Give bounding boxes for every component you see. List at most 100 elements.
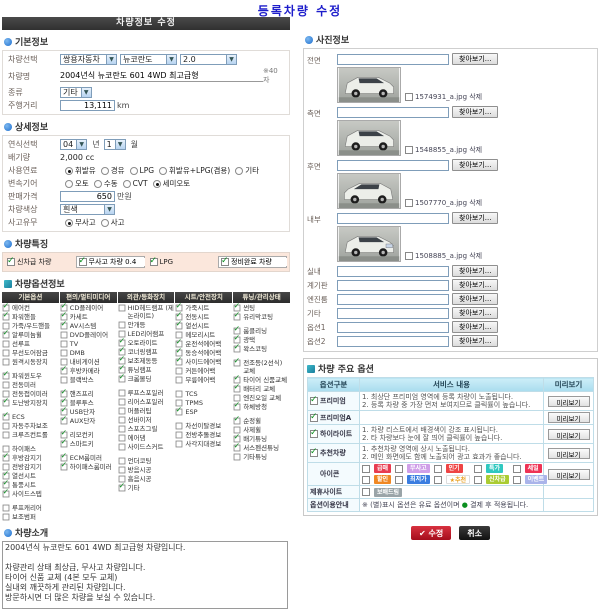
option-checkbox[interactable]: [118, 305, 125, 312]
photo-file-input[interactable]: [337, 336, 449, 347]
option-checkbox[interactable]: [118, 485, 125, 492]
option-checkbox[interactable]: [3, 373, 10, 380]
browse-button[interactable]: 찾아보기...: [452, 321, 498, 333]
preview-button[interactable]: 미리보기: [548, 429, 590, 440]
icon-checkbox[interactable]: [362, 476, 370, 484]
price-input[interactable]: [60, 191, 115, 202]
icon-checkbox[interactable]: [395, 476, 403, 484]
option-checkbox[interactable]: [234, 445, 241, 452]
feature-input[interactable]: [89, 258, 145, 266]
icon-checkbox[interactable]: [513, 476, 521, 484]
option-checkbox[interactable]: [3, 455, 10, 462]
option-checkbox[interactable]: [3, 432, 10, 439]
option-checkbox[interactable]: [3, 350, 10, 357]
option-checkbox[interactable]: [3, 514, 10, 521]
option-checkbox[interactable]: [60, 350, 67, 357]
option-checkbox[interactable]: [176, 377, 183, 384]
option-checkbox[interactable]: [234, 454, 241, 461]
gear-radio[interactable]: [94, 180, 102, 188]
photo-file-input[interactable]: [337, 322, 449, 333]
delete-checkbox[interactable]: [405, 146, 413, 154]
option-checkbox[interactable]: [3, 423, 10, 430]
main-option-checkbox[interactable]: [310, 449, 318, 457]
photo-file-input[interactable]: [337, 280, 449, 291]
main-option-checkbox[interactable]: [310, 397, 318, 405]
browse-button[interactable]: 찾아보기...: [452, 335, 498, 347]
option-checkbox[interactable]: [3, 400, 10, 407]
color-select[interactable]: 흰색 ▼: [60, 204, 115, 215]
option-checkbox[interactable]: [60, 341, 67, 348]
option-checkbox[interactable]: [118, 322, 125, 329]
option-checkbox[interactable]: [3, 414, 10, 421]
option-checkbox[interactable]: [3, 341, 10, 348]
option-checkbox[interactable]: [234, 404, 241, 411]
icon-checkbox[interactable]: [434, 465, 442, 473]
photo-file-input[interactable]: [337, 266, 449, 277]
mileage-input[interactable]: [60, 100, 115, 111]
option-checkbox[interactable]: [176, 432, 183, 439]
option-checkbox[interactable]: [3, 332, 10, 339]
fuel-radio[interactable]: [130, 167, 138, 175]
photo-file-input[interactable]: [337, 107, 449, 118]
gear-radio[interactable]: [65, 180, 73, 188]
option-checkbox[interactable]: [234, 314, 241, 321]
photo-file-input[interactable]: [337, 308, 449, 319]
gear-radio[interactable]: [153, 180, 161, 188]
option-checkbox[interactable]: [3, 491, 10, 498]
fuel-radio[interactable]: [101, 167, 109, 175]
kind-select[interactable]: 기타 ▼: [60, 87, 92, 98]
delete-checkbox[interactable]: [405, 252, 413, 260]
option-checkbox[interactable]: [60, 368, 67, 375]
icon-checkbox[interactable]: [513, 465, 521, 473]
accident-radio[interactable]: [65, 219, 73, 227]
main-option-checkbox[interactable]: [310, 430, 318, 438]
photo-file-input[interactable]: [337, 213, 449, 224]
option-checkbox[interactable]: [118, 417, 125, 424]
feature-checkbox[interactable]: [7, 258, 15, 266]
fuel-radio[interactable]: [159, 167, 167, 175]
feature-checkbox[interactable]: [150, 258, 158, 266]
option-checkbox[interactable]: [60, 441, 67, 448]
option-checkbox[interactable]: [60, 323, 67, 330]
preview-button[interactable]: 미리보기: [548, 412, 590, 423]
partner-checkbox[interactable]: [362, 488, 370, 496]
option-checkbox[interactable]: [118, 467, 125, 474]
browse-button[interactable]: 찾아보기...: [452, 265, 498, 277]
year-select[interactable]: 04 ▼: [60, 139, 87, 150]
icon-checkbox[interactable]: [362, 465, 370, 473]
option-checkbox[interactable]: [118, 444, 125, 451]
option-checkbox[interactable]: [118, 458, 125, 465]
submit-button[interactable]: ✔ 수정: [411, 526, 451, 540]
option-checkbox[interactable]: [234, 418, 241, 425]
maker-model-select-1[interactable]: 뉴코란도▼: [120, 54, 177, 65]
option-checkbox[interactable]: [3, 359, 10, 366]
option-checkbox[interactable]: [118, 390, 125, 397]
option-checkbox[interactable]: [118, 399, 125, 406]
car-name-input[interactable]: [60, 71, 263, 82]
option-checkbox[interactable]: [176, 409, 183, 416]
option-checkbox[interactable]: [118, 376, 125, 383]
option-checkbox[interactable]: [3, 314, 10, 321]
preview-button[interactable]: 미리보기: [548, 469, 590, 480]
icon-checkbox[interactable]: [474, 465, 482, 473]
icon-checkbox[interactable]: [434, 476, 442, 484]
option-checkbox[interactable]: [118, 426, 125, 433]
browse-button[interactable]: 찾아보기...: [452, 106, 498, 118]
browse-button[interactable]: 찾아보기...: [452, 212, 498, 224]
option-checkbox[interactable]: [3, 382, 10, 389]
preview-button[interactable]: 미리보기: [548, 448, 590, 459]
option-checkbox[interactable]: [176, 391, 183, 398]
option-checkbox[interactable]: [234, 386, 241, 393]
photo-file-input[interactable]: [337, 294, 449, 305]
option-checkbox[interactable]: [60, 377, 67, 384]
intro-textarea[interactable]: 2004년식 뉴코란도 601 4WD 최고급형 차량입니다. 차량관리 상태 …: [2, 541, 288, 609]
option-checkbox[interactable]: [118, 408, 125, 415]
option-checkbox[interactable]: [60, 418, 67, 425]
photo-file-input[interactable]: [337, 160, 449, 171]
option-checkbox[interactable]: [60, 464, 67, 471]
delete-checkbox[interactable]: [405, 93, 413, 101]
photo-file-input[interactable]: [337, 54, 449, 65]
browse-button[interactable]: 찾아보기...: [452, 293, 498, 305]
icon-checkbox[interactable]: [395, 465, 403, 473]
option-checkbox[interactable]: [234, 360, 241, 367]
